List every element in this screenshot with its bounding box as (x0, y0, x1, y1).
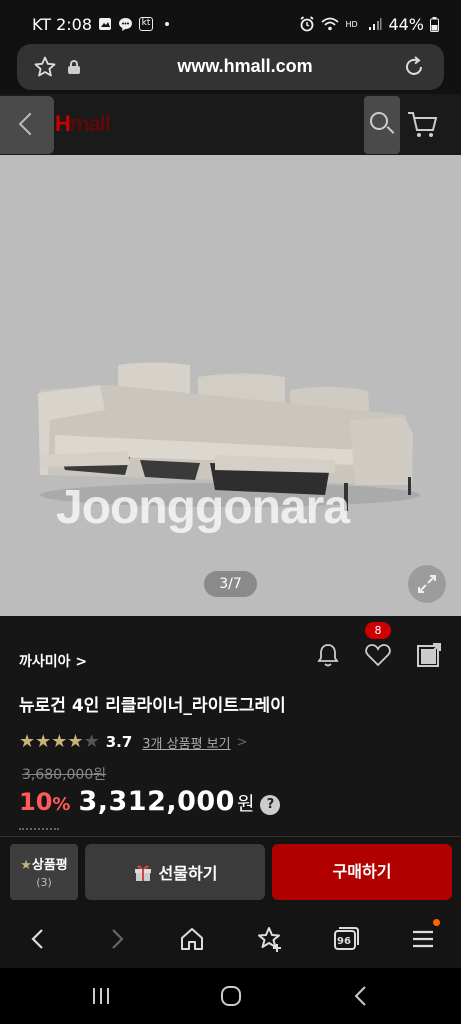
hmall-logo[interactable]: Hmall (55, 111, 111, 137)
sale-price: 3,312,000 (78, 786, 235, 817)
tabs-icon[interactable]: 96 (331, 924, 361, 954)
reviews-count: (3) (36, 876, 52, 889)
logo-h: H (55, 111, 71, 136)
star-full-icon: ★ (19, 731, 36, 752)
wishlist-count-badge: 8 (365, 622, 391, 639)
rating-value: 3.7 (105, 733, 133, 751)
home-circle-icon[interactable] (218, 983, 244, 1009)
star-full-icon: ★ (51, 731, 68, 752)
discount-rate: 10 (19, 788, 53, 816)
gift-label: 선물하기 (158, 864, 218, 883)
expand-icon (418, 575, 436, 593)
brand-link[interactable]: 까사미아 > (19, 651, 87, 671)
product-title: 뉴로건 4인 리클라이너_라이트그레이 (19, 696, 286, 716)
system-back-icon[interactable] (348, 983, 374, 1009)
recents-icon[interactable] (88, 983, 114, 1009)
wifi-icon (321, 17, 340, 31)
watermark: Joonggonara (56, 481, 350, 534)
image-counter: 3/7 (204, 571, 257, 597)
truncated-content (19, 828, 59, 834)
menu-lines-icon (413, 930, 433, 948)
carrier-time: KT 2:08 (32, 14, 93, 34)
price-unit: 원 (236, 793, 255, 815)
kt-icon: kt (139, 17, 154, 31)
url-text[interactable]: www.hmall.com (160, 56, 330, 77)
alarm-icon (300, 16, 314, 32)
brand-chevron-icon: > (75, 654, 88, 670)
reviews-label: 상품평 (31, 858, 68, 873)
bell-icon[interactable] (315, 642, 341, 668)
bookmarks-icon[interactable] (254, 924, 284, 954)
image-icon (99, 18, 112, 30)
logo-rest: mall (69, 111, 111, 136)
price-help-icon[interactable]: ? (260, 795, 281, 815)
status-bar: KT 2:08 kt HD 44% (0, 0, 461, 48)
bookmark-star-icon[interactable] (33, 55, 57, 79)
back-icon[interactable] (24, 924, 54, 954)
reload-icon[interactable] (402, 55, 426, 79)
reviews-star-icon: ★ (20, 858, 32, 873)
forward-icon[interactable] (101, 924, 131, 954)
star-full-icon: ★ (67, 731, 84, 752)
notification-dot-icon (165, 22, 170, 26)
product-image[interactable]: Joonggonara (0, 155, 461, 616)
signal-icon (369, 18, 382, 30)
heart-icon[interactable] (364, 642, 392, 668)
share-icon[interactable] (415, 641, 443, 669)
reviews-button[interactable]: ★상품평 (3) (10, 844, 78, 900)
chat-icon (119, 17, 133, 31)
expand-image-button[interactable] (408, 565, 446, 603)
cart-icon[interactable] (406, 108, 440, 142)
star-full-icon: ★ (35, 731, 52, 752)
search-button[interactable] (364, 96, 400, 154)
tabs-count: 96 (337, 936, 351, 947)
brand-name: 까사미아 (19, 654, 71, 670)
lock-icon (68, 60, 80, 74)
review-link[interactable]: 3개 상품평 보기 (142, 733, 230, 752)
menu-notification-dot-icon (433, 919, 440, 926)
back-button[interactable] (0, 96, 54, 154)
back-chevron-icon (18, 112, 42, 136)
battery-icon (430, 16, 439, 32)
star-empty-icon: ★ (83, 731, 100, 752)
sofa-image (38, 362, 420, 511)
price-row: 10 % 3,312,000 원 ? (19, 786, 281, 817)
original-price: 3,680,000원 (22, 767, 107, 783)
search-icon (370, 112, 388, 130)
gift-icon (134, 865, 151, 881)
menu-icon[interactable] (408, 919, 440, 954)
browser-nav-bar (0, 910, 461, 968)
home-icon[interactable] (177, 924, 207, 954)
review-chevron-icon: > (236, 734, 248, 750)
gift-button[interactable]: 선물하기 (85, 844, 265, 900)
battery-text: 44% (388, 14, 424, 34)
buy-button[interactable]: 구매하기 (272, 844, 452, 900)
hd-icon: HD (345, 19, 358, 29)
discount-unit: % (52, 794, 71, 815)
rating-row: ★ ★ ★ ★ ★ 3.7 3개 상품평 보기 > (19, 732, 247, 752)
